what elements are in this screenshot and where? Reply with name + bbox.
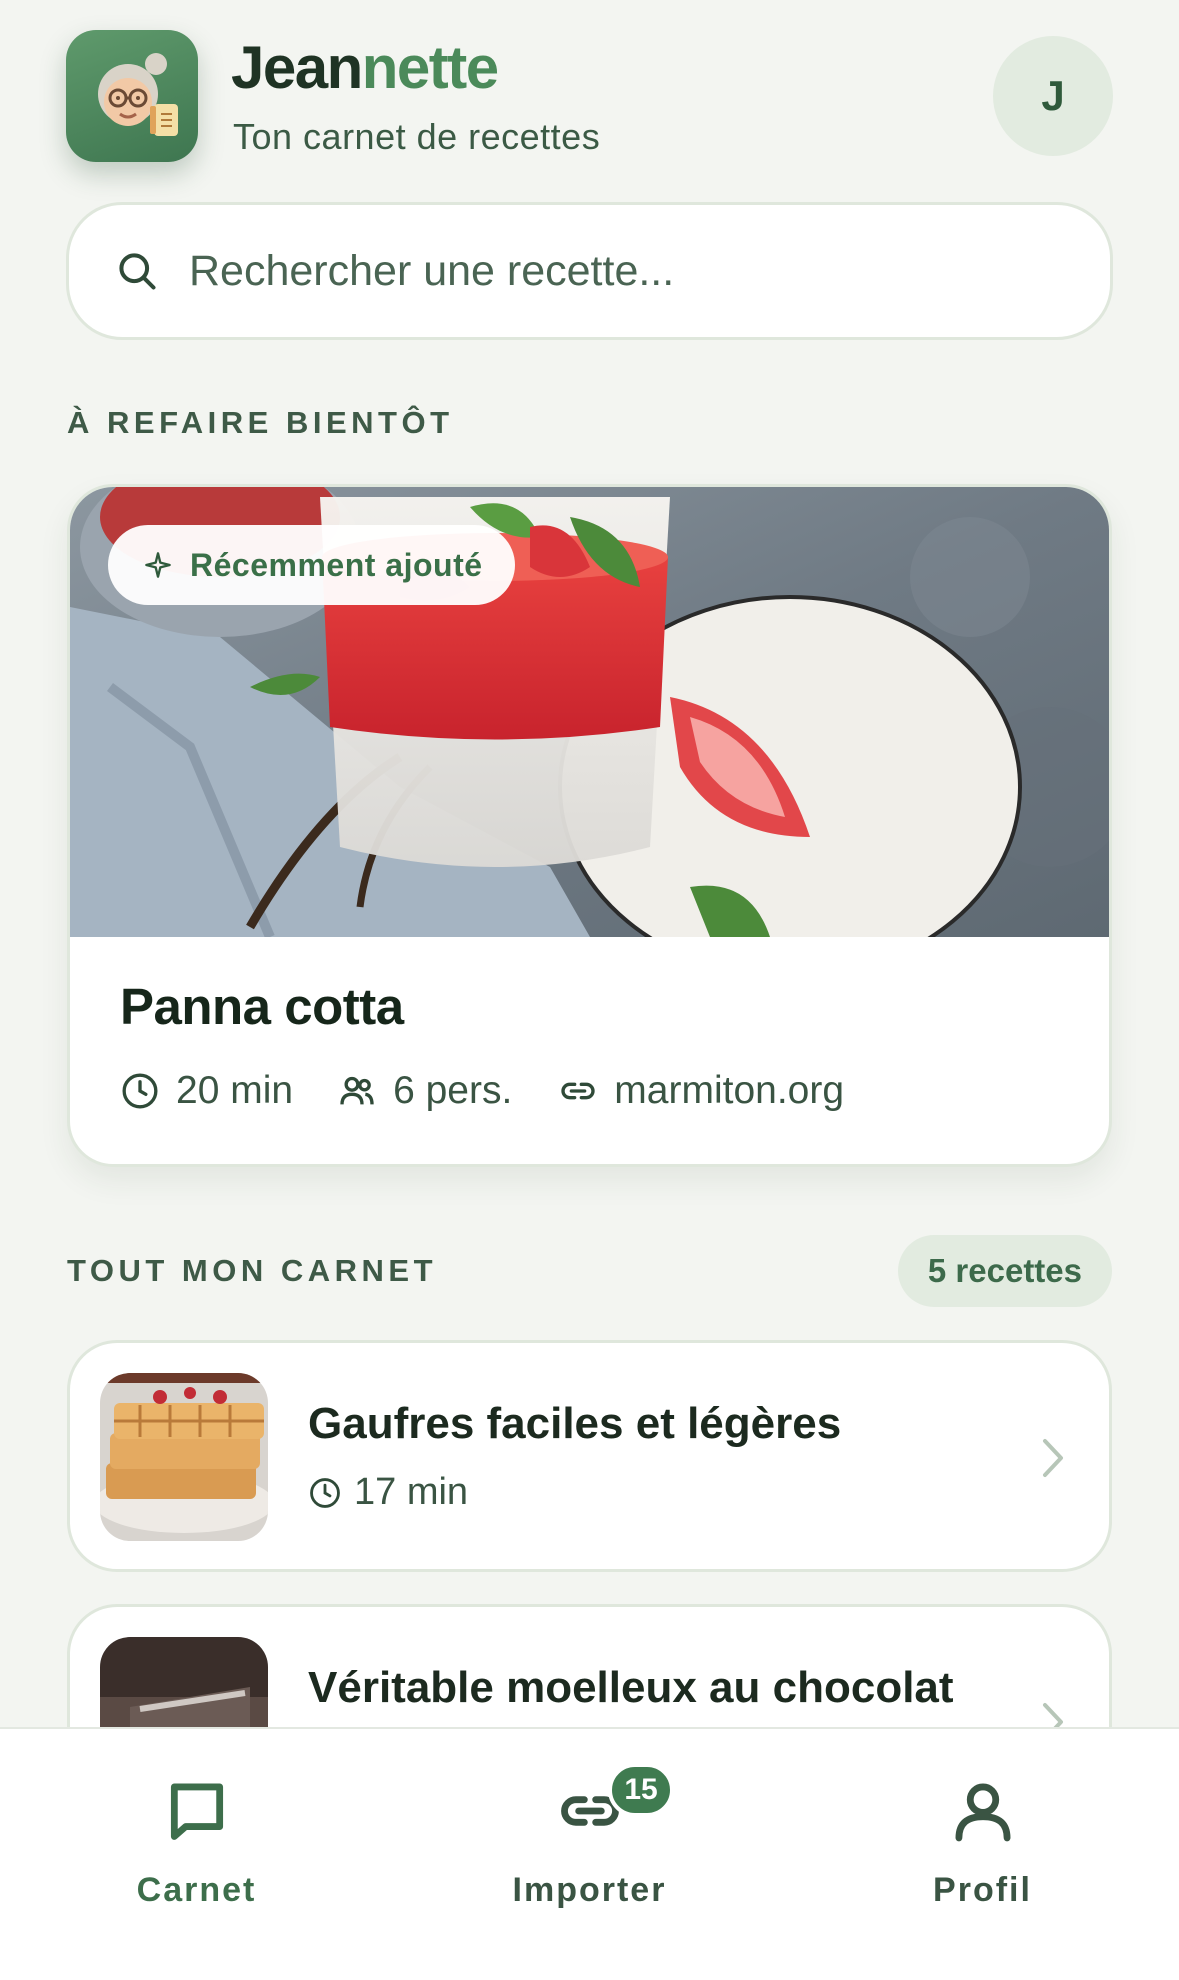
grandma-logo-icon [98,53,178,136]
people-icon [340,1076,374,1105]
featured-recipe-card[interactable]: Récemment ajouté Panna cotta 20 min 6 pe… [67,484,1112,1167]
nav-item-carnet[interactable]: Carnet [0,1729,393,1929]
nav-label: Importer [512,1871,667,1909]
waffles-image [100,1373,268,1541]
meta-time: 20 min [120,1069,293,1113]
search-input[interactable] [189,246,1029,296]
section-label-all: TOUT MON CARNET [67,1253,438,1288]
recently-added-badge: Récemment ajouté [108,525,515,605]
app-name: Jeannette [231,34,499,101]
recipe-list-item[interactable]: Gaufres faciles et légères 17 min [67,1340,1112,1572]
user-icon [955,1783,1010,1842]
app-screen: Jeannette Ton carnet de recettes J À REF… [0,0,1179,1980]
avatar[interactable]: J [993,36,1113,156]
app-subtitle: Ton carnet de recettes [233,116,601,157]
nav-item-importer[interactable]: 15 Importer [393,1729,786,1929]
clock-icon [310,1477,340,1508]
nav-label: Profil [933,1871,1032,1909]
featured-recipe-title: Panna cotta [120,978,404,1035]
meta-servings: 6 pers. [337,1069,512,1113]
link-icon [561,1082,595,1100]
recipe-thumbnail [100,1373,268,1541]
nav-item-profil[interactable]: Profil [786,1729,1179,1929]
search-bar[interactable] [66,202,1113,340]
recipe-title: Gaufres faciles et légères [308,1399,842,1448]
import-count-badge: 15 [608,1763,674,1817]
featured-recipe-meta: 20 min 6 pers. marmiton.org [120,1069,844,1113]
app-logo [66,30,198,162]
recipe-meta: 17 min [308,1471,468,1514]
search-icon [119,253,156,290]
section-label-soon: À REFAIRE BIENTÔT [67,405,454,440]
chevron-right-icon [1043,1439,1063,1477]
recipe-title: Véritable moelleux au chocolat [308,1663,954,1712]
recipe-count-badge: 5 recettes [897,1235,1112,1307]
meta-source[interactable]: marmiton.org [558,1069,844,1113]
sparkle-icon [145,552,171,578]
app-header: Jeannette Ton carnet de recettes J [66,30,1113,162]
badge-label: Récemment ajouté [190,546,483,583]
nav-label: Carnet [136,1871,257,1909]
clock-icon [122,1073,158,1109]
bottom-navigation: Carnet 15 Importer Profil [0,1727,1179,1980]
book-icon [170,1783,223,1840]
